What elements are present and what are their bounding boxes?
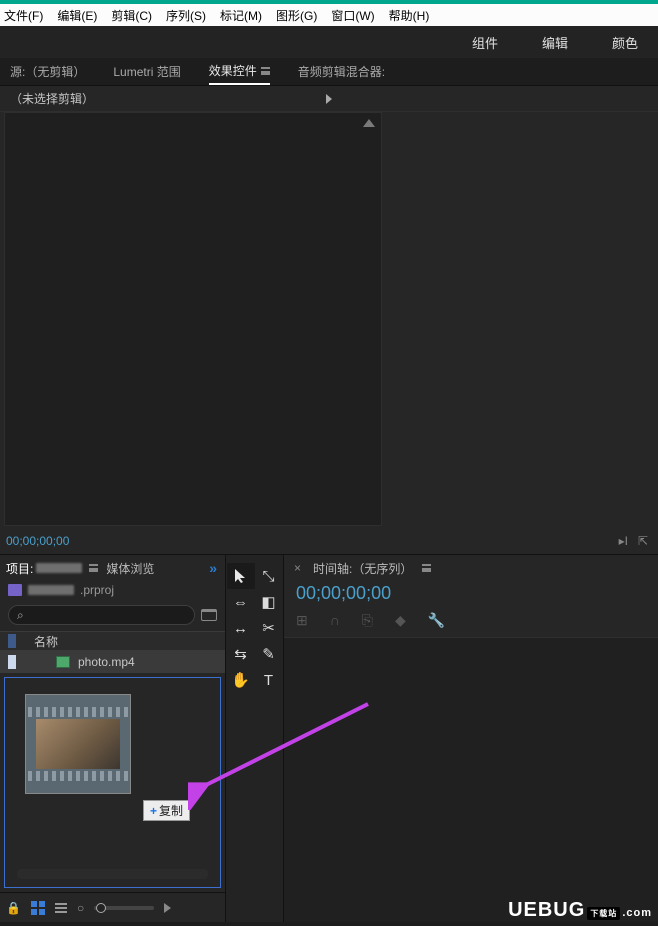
caret-right-icon[interactable] [326,94,648,104]
project-tabs: 项目: 媒体浏览 » [0,555,225,581]
menu-graphics[interactable]: 图形(G) [276,7,317,24]
copy-button-label: 复制 [159,802,183,819]
project-item-row[interactable]: photo.mp4 [0,651,225,673]
watermark-badge: 下载站 [587,907,620,920]
film-strip-icon [28,707,128,717]
watermark: UEBUG 下载站 .com [508,899,652,922]
zoom-slider[interactable] [94,906,154,910]
video-file-icon [56,656,70,668]
tab-media-browser[interactable]: 媒体浏览 [106,560,154,577]
project-list-header: 名称 [0,631,225,651]
project-file-icon [8,584,22,596]
menu-clip[interactable]: 剪辑(C) [111,7,152,24]
icon-view-button[interactable] [31,901,45,915]
rolling-edit-tool[interactable]: ◧ [255,589,283,615]
project-item-name: photo.mp4 [78,655,135,669]
list-view-button[interactable] [55,903,67,913]
new-bin-icon[interactable] [201,609,217,621]
watermark-brand: UEBUG [508,899,585,922]
redacted-text [28,585,74,595]
play-icon[interactable] [164,903,171,913]
project-file-suffix: .prproj [80,583,114,597]
tab-source[interactable]: 源:（无剪辑） [10,63,85,84]
hand-tool[interactable]: ✋ [227,667,255,693]
film-strip-icon [28,771,128,781]
source-tabs: 源:（无剪辑） Lumetri 范围 效果控件 音频剪辑混合器: [0,58,658,86]
timeline-tabs: × 时间轴:（无序列） [284,555,658,581]
workspace-assembly[interactable]: 组件 [472,33,498,52]
timeline-toolbar: ⊞ ∩ ⎘ ◆ 🔧 [284,606,658,635]
tab-timeline[interactable]: 时间轴:（无序列） [313,560,412,577]
linked-selection-icon[interactable]: ⎘ [362,612,373,629]
menu-bar: 文件(F) 编辑(E) 剪辑(C) 序列(S) 标记(M) 图形(G) 窗口(W… [0,4,658,26]
watermark-tld: .com [622,907,652,919]
menu-sequence[interactable]: 序列(S) [166,7,206,24]
effect-controls-header: （未选择剪辑） [0,86,658,112]
workspace-color[interactable]: 颜色 [612,33,638,52]
wrench-icon[interactable]: 🔧 [428,612,445,629]
tab-project-label: 项目: [6,560,33,577]
plus-icon: + [150,804,157,818]
search-input[interactable]: ⌕ [8,605,195,625]
clip-thumbnail[interactable] [25,694,131,794]
ripple-edit-tool[interactable]: ⇔ [227,589,255,615]
copy-button[interactable]: + 复制 [143,800,190,821]
tab-project[interactable]: 项目: [6,560,98,577]
timeline-body[interactable] [284,637,658,922]
tab-effect-controls[interactable]: 效果控件 [209,62,270,85]
tool-palette: ⤡ ⇔ ◧ ↔ ✂ ⇆ ✎ ✋ T [225,554,283,922]
scrollbar[interactable] [17,869,208,879]
menu-window[interactable]: 窗口(W) [331,7,374,24]
selection-tool[interactable] [227,563,255,589]
header-name[interactable]: 名称 [34,633,58,650]
snap-icon[interactable]: ⊞ [296,612,308,629]
project-panel: 项目: 媒体浏览 » .prproj ⌕ 名称 photo.mp4 [0,554,225,922]
header-marker [8,634,16,648]
menu-marker[interactable]: 标记(M) [220,7,262,24]
triangle-up-icon [363,119,375,127]
slip-tool[interactable]: ⇆ [227,641,255,667]
marker-icon[interactable]: ◆ [395,612,406,629]
source-timecode[interactable]: 00;00;00;00 [6,534,69,548]
track-select-tool[interactable]: ⤡ [255,563,283,589]
search-icon: ⌕ [17,608,24,623]
effect-controls-panel: （未选择剪辑） 00;00;00;00 ▸I ⇱ [0,86,658,554]
panel-menu-icon[interactable] [261,67,270,75]
menu-edit[interactable]: 编辑(E) [57,7,97,24]
menu-file[interactable]: 文件(F) [4,7,43,24]
row-marker [8,655,16,669]
no-clip-label: （未选择剪辑） [10,90,326,107]
expand-panel-icon[interactable]: » [209,560,217,576]
project-footer: 🔒 ○ [0,892,225,922]
pen-tool[interactable]: ✎ [255,641,283,667]
lock-icon[interactable]: 🔒 [6,901,21,915]
thumbnail-image [36,719,120,769]
rate-stretch-tool[interactable]: ↔ [227,615,255,641]
tab-lumetri[interactable]: Lumetri 范围 [113,63,180,84]
timeline-panel: × 时间轴:（无序列） 00;00;00;00 ⊞ ∩ ⎘ ◆ 🔧 [283,554,658,922]
project-file-row: .prproj [0,581,225,599]
timeline-timecode[interactable]: 00;00;00;00 [284,581,658,606]
project-selection-box: + 复制 [4,677,221,888]
magnet-icon[interactable]: ∩ [330,612,340,629]
type-tool[interactable]: T [255,667,283,693]
razor-tool[interactable]: ✂ [255,615,283,641]
panel-menu-icon[interactable] [89,564,98,572]
redacted-text [36,563,82,573]
effect-controls-body [4,112,382,526]
step-forward-icon[interactable]: ▸I [619,534,628,548]
tab-effect-controls-label: 效果控件 [209,62,257,79]
panel-menu-icon[interactable] [422,564,431,572]
workspace-editing[interactable]: 编辑 [542,33,568,52]
workspace-bar: 组件 编辑 颜色 [0,26,658,58]
tab-audio-mixer[interactable]: 音频剪辑混合器: [298,63,385,84]
export-frame-icon[interactable]: ⇱ [638,534,648,548]
zoom-out-icon[interactable]: ○ [77,901,84,915]
close-icon[interactable]: × [294,561,301,575]
menu-help[interactable]: 帮助(H) [389,7,430,24]
